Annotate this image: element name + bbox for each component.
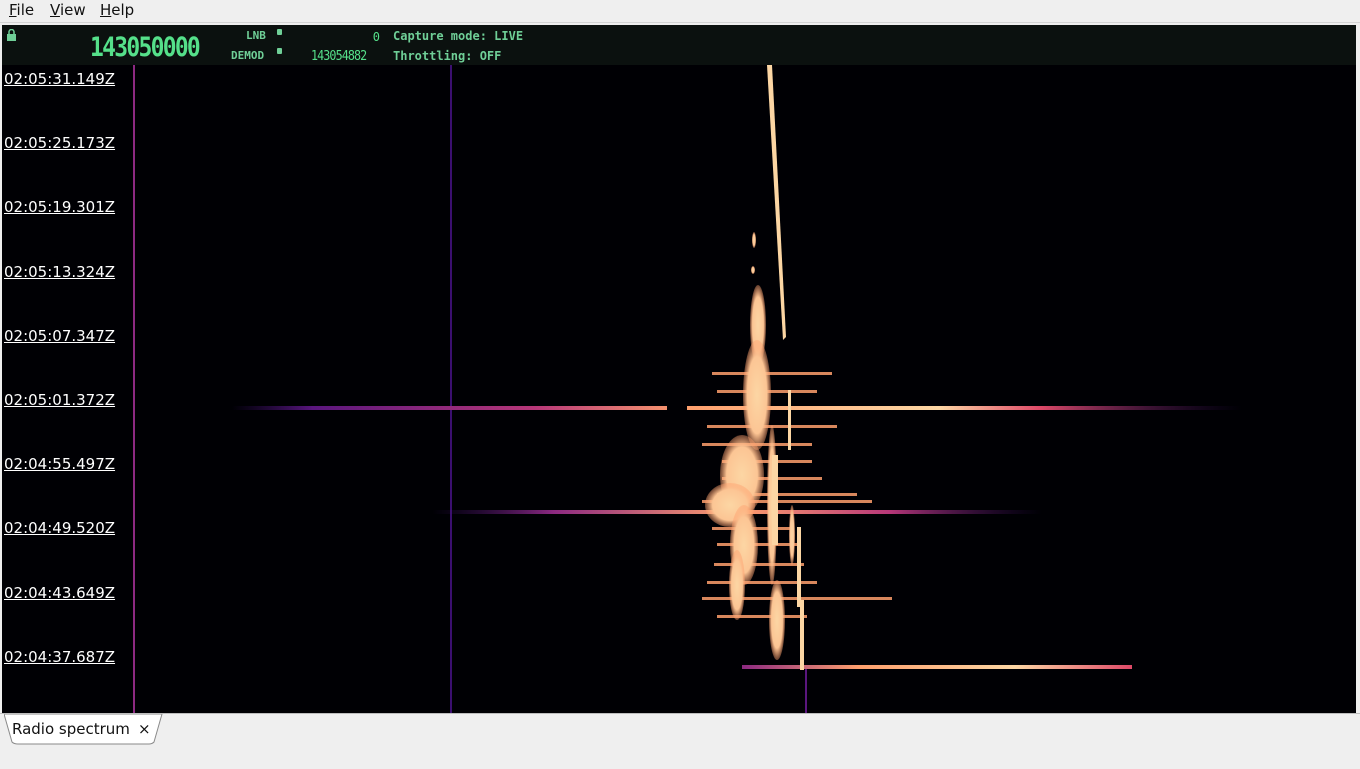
menu-help-rest: elp xyxy=(111,1,135,19)
menu-file-accel: F xyxy=(9,1,17,19)
timestamp-label: 02:05:07.347Z xyxy=(4,326,116,345)
menu-view-accel: V xyxy=(50,1,60,19)
timestamp-label: 02:04:43.649Z xyxy=(4,583,116,602)
capture-mode-text: Capture mode: LIVE xyxy=(393,29,524,43)
lnb-label: LNB xyxy=(246,29,266,42)
tab-label: Radio spectrum xyxy=(12,720,130,738)
timestamp-label: 02:04:55.497Z xyxy=(4,455,116,474)
waterfall-image xyxy=(133,65,1242,713)
timestamp-label: 02:05:19.301Z xyxy=(4,198,116,217)
status-panel: 143050000 LNB 0 DEMOD 143054882 Capture … xyxy=(2,25,1356,65)
menu-file[interactable]: File xyxy=(9,1,34,19)
timestamp-label: 02:04:37.687Z xyxy=(4,647,116,666)
lock-icon[interactable] xyxy=(6,29,17,41)
timestamp-label: 02:05:31.149Z xyxy=(4,70,116,88)
menu-help-accel: H xyxy=(100,1,112,19)
demod-label: DEMOD xyxy=(231,49,265,62)
demod-frequency-value[interactable]: 143054882 xyxy=(311,49,367,64)
waterfall-display[interactable]: 02:05:31.149Z 02:05:25.173Z 02:05:19.301Z 0… xyxy=(2,65,1356,713)
menu-view[interactable]: View xyxy=(50,1,86,19)
waterfall-drift-trace xyxy=(767,65,786,340)
timestamp-label: 02:04:49.520Z xyxy=(4,519,116,538)
menu-file-rest: ile xyxy=(16,1,35,19)
waterfall-signal-line xyxy=(232,406,1242,410)
menu-bar: File View Help xyxy=(0,0,1360,23)
menu-view-rest: iew xyxy=(59,1,86,19)
lnb-lock-icon[interactable] xyxy=(277,29,282,35)
waterfall-gap xyxy=(667,405,687,411)
timestamp-label: 02:05:25.173Z xyxy=(4,134,116,153)
menu-help[interactable]: Help xyxy=(100,1,134,19)
timestamp-label: 02:05:13.324Z xyxy=(4,262,116,281)
throttling-text: Throttling: OFF xyxy=(393,49,502,63)
lnb-value[interactable]: 0 xyxy=(373,30,380,44)
main-frequency-display[interactable]: 143050000 xyxy=(90,33,201,63)
timestamp-label: 02:05:01.372Z xyxy=(4,391,116,409)
tab-bar: Radio spectrum × xyxy=(0,713,1360,769)
close-icon[interactable]: × xyxy=(138,720,151,738)
tab-radio-spectrum[interactable]: Radio spectrum × xyxy=(4,714,163,745)
demod-lock-icon[interactable] xyxy=(277,48,282,54)
